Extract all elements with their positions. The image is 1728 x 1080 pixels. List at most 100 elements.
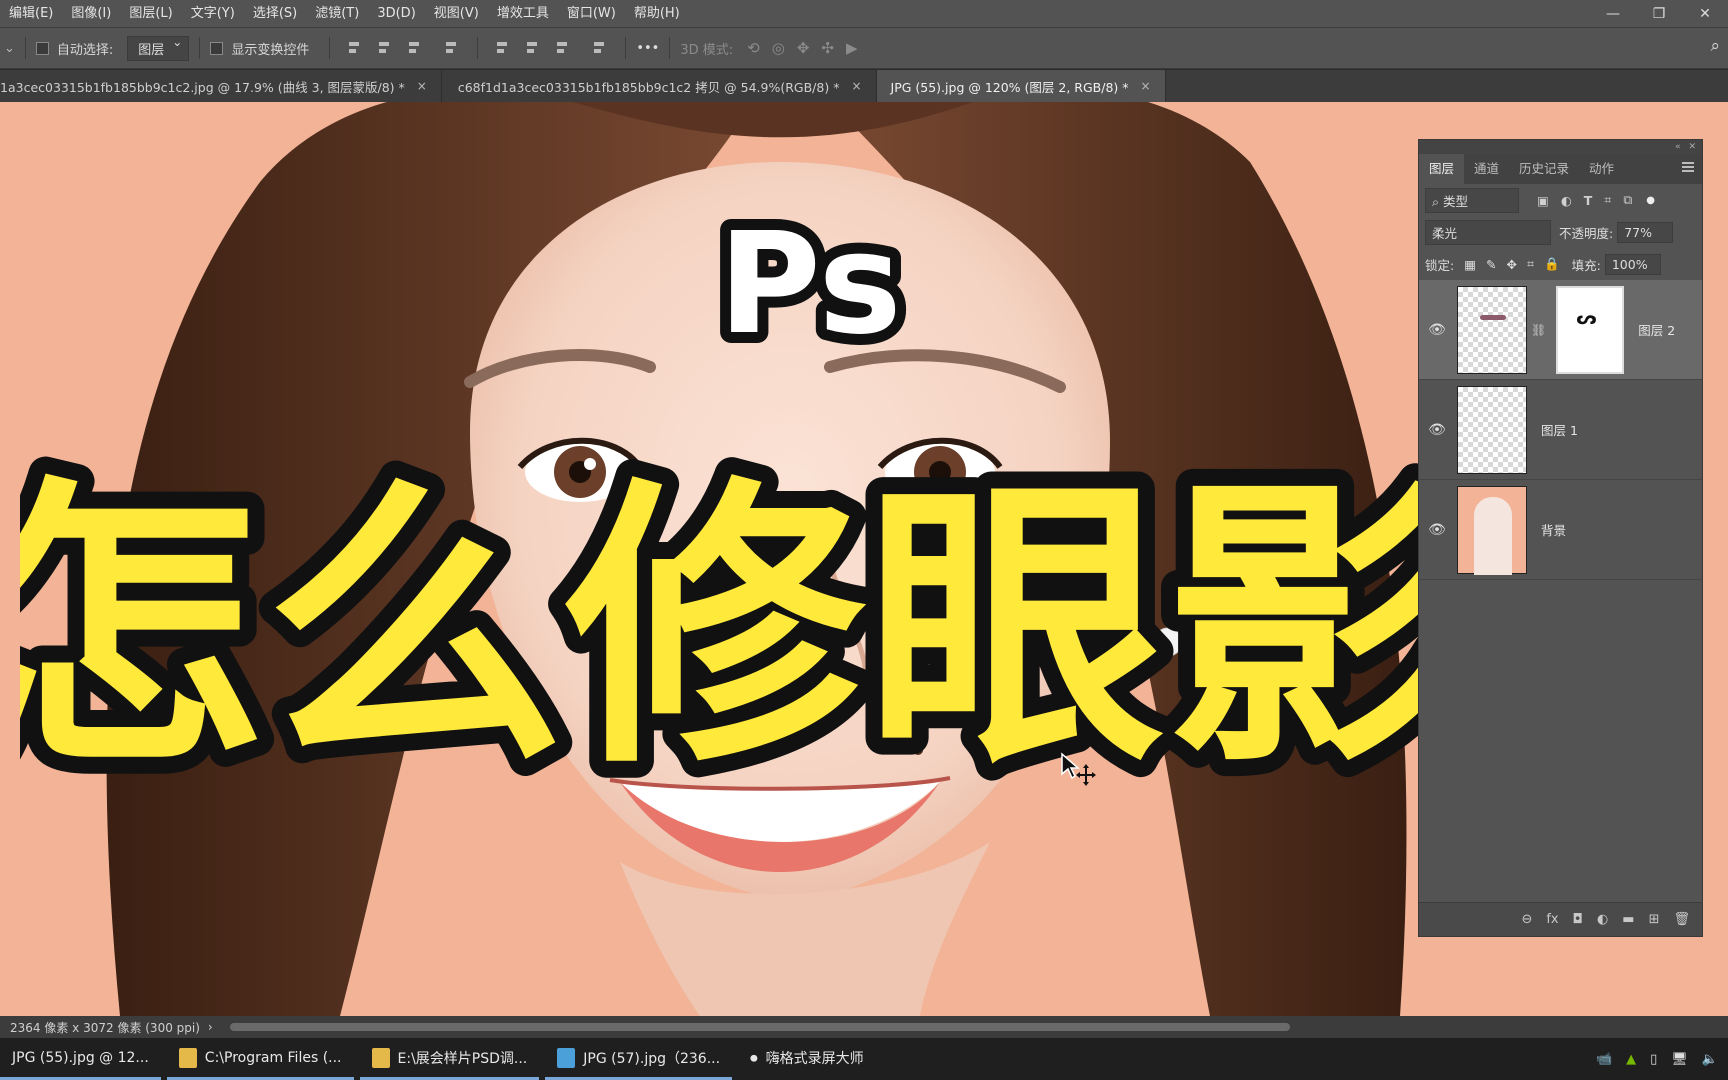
scale-3d-icon[interactable]: ▶: [846, 39, 858, 57]
show-transform-checkbox[interactable]: [210, 41, 224, 55]
lock-paint-icon[interactable]: ✎: [1486, 257, 1496, 272]
panel-menu-icon[interactable]: [1682, 162, 1694, 172]
layer-filter-row: ⌕ 类型 ▣ ◐ T ⌗ ⧉ ●: [1419, 184, 1702, 216]
minimize-icon[interactable]: —: [1590, 6, 1636, 22]
layer-name[interactable]: 图层 1: [1541, 420, 1578, 439]
layer-name[interactable]: 图层 2: [1638, 320, 1675, 339]
filter-pixel-icon[interactable]: ▣: [1537, 193, 1549, 208]
menu-edit[interactable]: 编辑(E): [0, 0, 62, 27]
opacity-label: 不透明度:: [1559, 225, 1614, 241]
filter-toggle-icon[interactable]: ●: [1646, 195, 1655, 206]
battery-icon[interactable]: ▯: [1650, 1052, 1657, 1067]
delete-layer-icon[interactable]: 🗑: [1673, 912, 1690, 927]
menu-plugins[interactable]: 增效工具: [488, 0, 558, 27]
nvidia-icon[interactable]: ▲: [1626, 1052, 1636, 1067]
menu-3d[interactable]: 3D(D): [368, 0, 424, 27]
task-explorer-1[interactable]: C:\Program Files (...: [166, 1038, 354, 1080]
task-explorer-2[interactable]: E:\展会样片PSD调...: [359, 1038, 540, 1080]
tab-document-1[interactable]: 1a3cec03315b1fb185bb9c1c2.jpg @ 17.9% (曲…: [0, 70, 442, 102]
scrollbar-thumb[interactable]: [230, 1023, 1290, 1031]
task-photoshop[interactable]: JPG (55).jpg @ 12...: [0, 1038, 161, 1080]
menu-select[interactable]: 选择(S): [244, 0, 306, 27]
menu-help[interactable]: 帮助(H): [625, 0, 689, 27]
filter-smartobject-icon[interactable]: ⧉: [1623, 192, 1632, 208]
search-icon[interactable]: ⌕: [1710, 36, 1720, 56]
eye-icon[interactable]: 👁: [1427, 322, 1447, 338]
tab-history[interactable]: 历史记录: [1509, 154, 1579, 184]
status-menu-icon[interactable]: ›: [208, 1020, 213, 1034]
task-screen-recorder[interactable]: ⏺ 嗨格式录屏大师: [738, 1038, 876, 1080]
add-mask-icon[interactable]: ◘: [1573, 912, 1583, 927]
filter-shape-icon[interactable]: ⌗: [1604, 192, 1611, 208]
filter-adjustment-icon[interactable]: ◐: [1561, 193, 1572, 208]
fill-input[interactable]: 100%: [1604, 253, 1661, 275]
distribute-icon[interactable]: [444, 40, 460, 56]
tab-layers[interactable]: 图层: [1419, 154, 1465, 184]
slide-3d-icon[interactable]: ✣: [821, 39, 834, 57]
menu-view[interactable]: 视图(V): [425, 0, 488, 27]
auto-select-dropdown[interactable]: 图层: [127, 35, 190, 61]
roll-3d-icon[interactable]: ◎: [772, 39, 785, 57]
collapse-panel-icon[interactable]: «: [1675, 142, 1681, 152]
tab-document-3-active[interactable]: JPG (55).jpg @ 120% (图层 2, RGB/8) * ×: [876, 70, 1166, 102]
lock-transparency-icon[interactable]: ▦: [1464, 257, 1476, 272]
menu-window[interactable]: 窗口(W): [558, 0, 625, 27]
orbit-3d-icon[interactable]: ⟲: [747, 39, 760, 57]
eye-icon[interactable]: 👁: [1427, 522, 1447, 538]
align-bottom-icon[interactable]: [555, 40, 571, 56]
align-right-icon[interactable]: [407, 40, 423, 56]
task-image-viewer[interactable]: JPG (57).jpg（236...: [545, 1038, 733, 1080]
align-top-icon[interactable]: [495, 40, 511, 56]
pan-3d-icon[interactable]: ✥: [797, 39, 810, 57]
layer-row-1[interactable]: 👁 图层 1: [1419, 380, 1702, 480]
maximize-icon[interactable]: ❐: [1636, 6, 1682, 22]
new-group-icon[interactable]: ▬: [1622, 912, 1634, 927]
lock-artboard-icon[interactable]: ⌗: [1527, 256, 1534, 272]
link-layers-icon[interactable]: ⊖: [1521, 912, 1532, 927]
close-panel-icon[interactable]: ✕: [1688, 142, 1696, 152]
lock-position-icon[interactable]: ✥: [1507, 257, 1517, 272]
layer-mask-thumbnail[interactable]: ᔕ: [1556, 285, 1625, 374]
task-label: JPG (55).jpg @ 12...: [12, 1049, 149, 1066]
eye-icon[interactable]: 👁: [1427, 422, 1447, 438]
layer-name[interactable]: 背景: [1541, 520, 1566, 539]
opacity-input[interactable]: 77%: [1617, 221, 1674, 243]
layer-filter-dropdown[interactable]: ⌕ 类型: [1425, 187, 1519, 213]
tab-actions[interactable]: 动作: [1579, 154, 1624, 184]
align-left-icon[interactable]: [347, 40, 363, 56]
menu-type[interactable]: 文字(Y): [182, 0, 244, 27]
show-transform-label: 显示变换控件: [231, 42, 310, 58]
tab-channels[interactable]: 通道: [1464, 154, 1509, 184]
more-options-button[interactable]: •••: [636, 41, 659, 56]
align-center-icon[interactable]: [377, 40, 393, 56]
horizontal-scrollbar[interactable]: [230, 1023, 1290, 1031]
camera-icon[interactable]: 📹: [1596, 1052, 1612, 1067]
close-tab-icon[interactable]: ×: [417, 79, 427, 93]
distribute-vertical-icon[interactable]: [592, 40, 608, 56]
tool-preset-chevron-icon[interactable]: ⌄: [4, 41, 15, 56]
close-icon[interactable]: ✕: [1682, 6, 1728, 22]
tab-document-2[interactable]: c68f1d1a3cec03315b1fb185bb9c1c2 拷贝 @ 54.…: [442, 70, 877, 102]
link-icon[interactable]: ⛓: [1531, 323, 1546, 337]
volume-icon[interactable]: 🔈: [1702, 1052, 1718, 1067]
auto-select-checkbox[interactable]: [35, 41, 49, 55]
menu-layer[interactable]: 图层(L): [120, 0, 181, 27]
menu-image[interactable]: 图像(I): [62, 0, 120, 27]
task-label: C:\Program Files (...: [204, 1049, 342, 1066]
close-tab-icon[interactable]: ×: [1141, 79, 1151, 93]
task-label: 嗨格式录屏大师: [765, 1050, 864, 1067]
network-icon[interactable]: 🖥: [1671, 1052, 1688, 1067]
close-tab-icon[interactable]: ×: [851, 79, 861, 93]
new-layer-icon[interactable]: ⊞: [1649, 912, 1660, 927]
layer-row-2[interactable]: 👁 ⛓ ᔕ 图层 2: [1419, 280, 1702, 380]
search-icon: ⌕: [1432, 193, 1443, 209]
menu-filter[interactable]: 滤镜(T): [306, 0, 368, 27]
system-tray: 📹 ▲ ▯ 🖥 🔈: [1596, 1038, 1718, 1080]
filter-type-icon[interactable]: T: [1584, 193, 1593, 208]
layer-row-background[interactable]: 👁 背景: [1419, 480, 1702, 580]
align-middle-icon[interactable]: [525, 40, 541, 56]
lock-all-icon[interactable]: 🔒: [1544, 256, 1560, 272]
adjustment-layer-icon[interactable]: ◐: [1597, 912, 1608, 927]
blend-mode-dropdown[interactable]: 柔光: [1425, 219, 1551, 245]
fx-icon[interactable]: fx: [1546, 912, 1558, 927]
